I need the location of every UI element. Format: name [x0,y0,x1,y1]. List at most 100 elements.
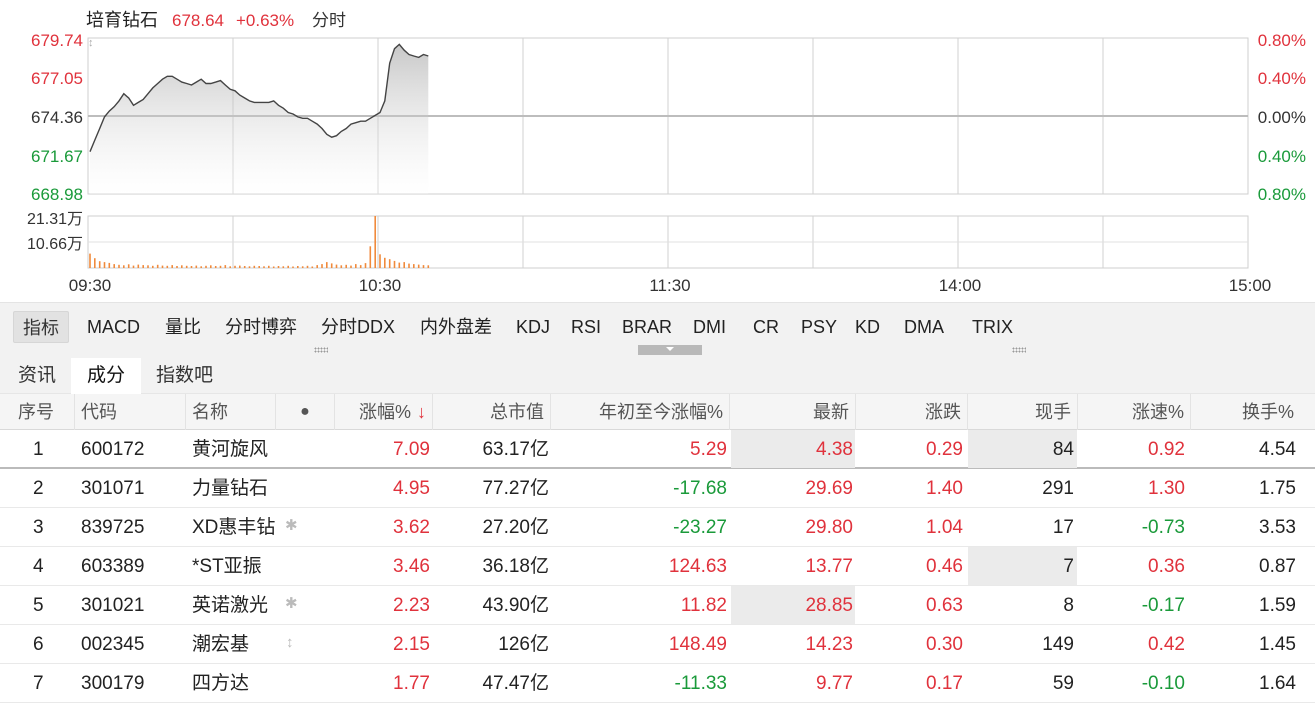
table-row[interactable]: 2 301071 力量钻石 4.95 77.27亿 -17.68 29.69 1… [0,469,1315,508]
cell-change: 0.30 [926,634,963,655]
cell-change-pct: 7.09 [393,439,430,460]
cell-speed: 0.42 [1148,634,1185,655]
volume-bar [326,262,328,268]
sort-desc-icon: ↓ [417,402,426,422]
cell-code: 301071 [81,478,145,499]
column-header-ytd-change[interactable]: 年初至今涨幅% [551,394,730,430]
cell-ytd-change: 124.63 [668,556,727,577]
table-row[interactable]: 7 300179 四方达 1.77 47.47亿 -11.33 9.77 0.1… [0,664,1315,703]
indicator-tab-brar[interactable]: BRAR [622,311,672,343]
indicator-tab-psy[interactable]: PSY [801,311,837,343]
volume-bar [369,246,372,268]
column-header-name[interactable]: 名称 [186,394,276,430]
indicator-tab-volume-ratio[interactable]: 量比 [165,311,201,343]
asterisk-icon: ✱ [285,517,298,534]
volume-bar [123,265,125,268]
volume-bar [205,265,207,268]
cell-last-price: 28.85 [731,586,855,624]
volume-bar [152,265,154,268]
chart-mode-label[interactable]: 分时 [312,11,346,30]
tab-news[interactable]: 资讯 [2,358,72,394]
volume-bar [142,265,144,268]
volume-bar [253,265,256,268]
cell-turnover: 0.87 [1259,556,1296,577]
cell-volume: 59 [1052,673,1074,694]
column-header-change-pct[interactable]: 涨幅% ↓ [335,394,433,430]
cell-last-price: 29.80 [805,517,853,538]
volume-bar [350,265,352,268]
indicator-tab-cr[interactable]: CR [753,311,779,343]
cell-volume: 84 [968,430,1077,468]
cell-name: 四方达 [192,673,250,694]
cell-market-cap: 126亿 [498,634,549,655]
volume-bar [219,265,222,268]
volume-bar [321,264,323,268]
column-header-code[interactable]: 代码 [75,394,186,430]
indicator-tab-trix[interactable]: TRIX [972,311,1013,343]
indicator-tab-intraday-game[interactable]: 分时博弈 [225,311,297,343]
indicator-tab-dmi[interactable]: DMI [693,311,726,343]
cell-change: 0.63 [926,595,963,616]
volume-bar [359,265,362,268]
resize-grip-icon[interactable] [314,347,328,353]
volume-bar [210,265,212,268]
indicator-tab-rsi[interactable]: RSI [571,311,601,343]
pct-label: 0.80% [1258,185,1306,204]
table-row[interactable]: 6 002345 潮宏基 ↕ 2.15 126亿 148.49 14.23 0.… [0,625,1315,664]
table-header: 序号 代码 名称 ● 涨幅% ↓ 总市值 年初至今涨幅% 最新 涨跌 现手 涨速%… [0,394,1315,430]
resize-arrows-icon[interactable]: ↕ [88,37,94,49]
y-label: 671.67 [31,147,83,166]
cell-ytd-change: -23.27 [673,517,727,538]
column-header-mark[interactable]: ● [276,394,335,430]
volume-bar [292,266,294,268]
indicator-tab-kd[interactable]: KD [855,311,880,343]
cell-ytd-change: 5.29 [690,439,727,460]
cell-seq: 7 [33,673,44,694]
cell-speed: 0.36 [1148,556,1185,577]
indicator-tab-macd[interactable]: MACD [87,311,140,343]
indicator-tab-in-out-diff[interactable]: 内外盘差 [420,311,492,343]
volume-bar [287,265,289,268]
cell-turnover: 1.59 [1259,595,1296,616]
column-header-speed[interactable]: 涨速% [1078,394,1191,430]
time-label: 15:00 [1229,276,1272,295]
table-row[interactable]: 3 839725 XD惠丰钻 ✱ 3.62 27.20亿 -23.27 29.8… [0,508,1315,547]
volume-bar [330,263,333,268]
indicator-tab-dma[interactable]: DMA [904,311,944,343]
column-header-turnover[interactable]: 换手% [1191,394,1300,430]
cell-last-price: 4.38 [731,430,855,468]
column-header-last-price[interactable]: 最新 [730,394,856,430]
cell-code: 600172 [81,439,145,460]
volume-bar [214,266,217,268]
cell-change-pct: 3.62 [393,517,430,538]
collapse-panel-button[interactable] [638,345,702,355]
y-axis-right: 0.80% 0.40% 0.00% 0.40% 0.80% [1258,31,1306,204]
volume-bar [417,264,420,268]
time-label: 09:30 [69,276,112,295]
time-label: 14:00 [939,276,982,295]
tab-index-forum[interactable]: 指数吧 [140,358,229,394]
indicator-tab-index[interactable]: 指标 [13,311,69,343]
cell-code: 002345 [81,634,145,655]
stock-name: 培育钻石 [86,10,158,30]
volume-bar [388,259,391,268]
column-header-change[interactable]: 涨跌 [856,394,968,430]
cell-ytd-change: 148.49 [668,634,727,655]
volume-bar [384,257,386,268]
pct-label: 0.00% [1258,108,1306,127]
tab-constituents[interactable]: 成分 [71,358,142,394]
column-header-market-cap[interactable]: 总市值 [433,394,551,430]
volume-bar [413,264,415,268]
table-row[interactable]: 1 600172 黄河旋风 7.09 63.17亿 5.29 4.38 0.29… [0,430,1315,469]
table-row[interactable]: 5 301021 英诺激光 ✱ 2.23 43.90亿 11.82 28.85 … [0,586,1315,625]
table-row[interactable]: 4 603389 *ST亚振 3.46 36.18亿 124.63 13.77 … [0,547,1315,586]
cell-change-pct: 2.15 [393,634,430,655]
intraday-chart[interactable]: 培育钻石 678.64 +0.63% 分时 679.74 677.05 674.… [0,0,1315,302]
indicator-tab-ddx[interactable]: 分时DDX [321,311,395,343]
column-header-seq[interactable]: 序号 [0,394,75,430]
column-header-volume[interactable]: 现手 [968,394,1078,430]
y-label: 679.74 [31,31,83,50]
resize-grip-icon[interactable] [1012,347,1026,353]
volume-bar [118,264,120,268]
indicator-tab-kdj[interactable]: KDJ [516,311,550,343]
